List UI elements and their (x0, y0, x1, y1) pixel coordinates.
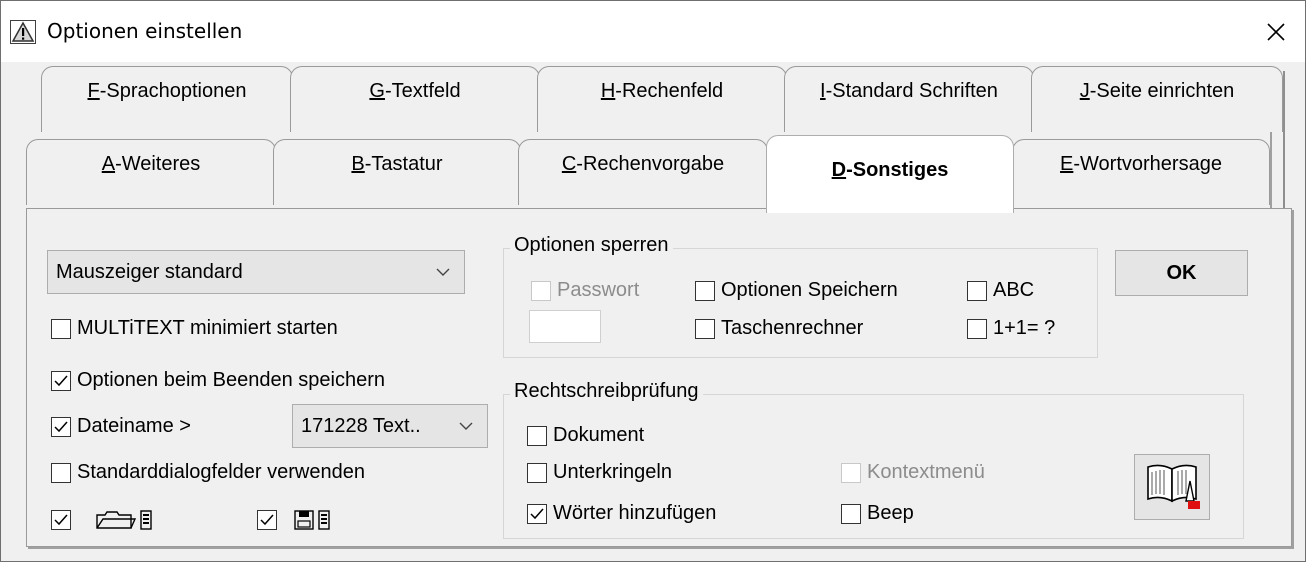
checkbox-box (695, 280, 715, 301)
lock-math-checkbox[interactable]: 1+1= ? (967, 317, 1055, 340)
mouse-pointer-value: Mauszeiger standard (56, 260, 243, 283)
checkbox-box (967, 318, 987, 339)
checkbox-label: ABC (993, 279, 1035, 301)
checkbox-label: Beep (867, 502, 914, 524)
checkbox-box (51, 416, 71, 437)
filename-checkbox[interactable]: Dateiname > (51, 415, 191, 438)
checkbox-label: Optionen Speichern (721, 279, 898, 301)
spell-beep-checkbox[interactable]: Beep (841, 502, 914, 525)
checkbox-box (967, 280, 987, 301)
checkbox-box (841, 503, 861, 524)
standard-dialogs-checkbox[interactable]: Standarddialogfelder verwenden (51, 461, 365, 484)
checkbox-box (51, 370, 71, 391)
checkmark-icon (530, 508, 544, 519)
options-window: Optionen einstellen F-Sprachoptionen G-T… (0, 0, 1306, 562)
group-title: Rechtschreibprüfung (510, 380, 703, 403)
checkbox-box (695, 318, 715, 339)
lock-calculator-checkbox[interactable]: Taschenrechner (695, 317, 863, 340)
filename-select[interactable]: 171228 Text.. (292, 404, 488, 448)
save-dialog-checkbox[interactable] (257, 510, 283, 530)
ok-button[interactable]: OK (1115, 250, 1248, 296)
checkmark-icon (260, 514, 274, 526)
checkbox-box (527, 503, 547, 524)
checkbox-label: Wörter hinzufügen (553, 502, 717, 524)
checkbox-label: Taschenrechner (721, 317, 864, 339)
checkmark-icon (54, 375, 68, 386)
checkbox-label: MULTiTEXT minimiert starten (77, 317, 338, 339)
lock-save-options-checkbox[interactable]: Optionen Speichern (695, 279, 898, 302)
checkmark-icon (54, 421, 68, 432)
checkbox-box (527, 425, 547, 446)
checkbox-box (51, 318, 71, 339)
checkbox-box (51, 510, 71, 530)
checkbox-box (841, 462, 861, 483)
dictionary-button[interactable] (1134, 454, 1210, 520)
spell-context-menu-checkbox[interactable]: Kontextmenü (841, 461, 985, 484)
checkbox-label: Kontextmenü (867, 461, 985, 483)
spell-document-checkbox[interactable]: Dokument (527, 424, 644, 447)
spell-add-words-checkbox[interactable]: Wörter hinzufügen (527, 502, 716, 525)
checkbox-box (531, 280, 551, 301)
folder-open-icon (96, 510, 152, 530)
checkbox-label: Dokument (553, 424, 645, 446)
checkbox-label: Standarddialogfelder verwenden (77, 461, 365, 483)
chevron-down-icon (436, 268, 450, 276)
dictionary-book-icon (1147, 464, 1200, 509)
save-disk-icon (294, 510, 330, 530)
checkbox-label: Passwort (557, 279, 640, 301)
lock-abc-checkbox[interactable]: ABC (967, 279, 1034, 302)
mouse-pointer-select[interactable]: Mauszeiger standard (47, 250, 465, 294)
checkmark-icon (54, 514, 68, 526)
ok-button-label: OK (1166, 261, 1197, 284)
filename-value: 171228 Text.. (301, 414, 421, 437)
spell-underline-checkbox[interactable]: Unterkringeln (527, 461, 672, 484)
chevron-down-icon (459, 422, 473, 430)
checkbox-label: 1+1= ? (993, 317, 1056, 339)
checkbox-box (51, 462, 71, 483)
panel-content: Mauszeiger standard MULTiTEXT minimiert … (1, 1, 1305, 561)
checkbox-label: Dateiname > (77, 415, 191, 437)
checkbox-label: Optionen beim Beenden speichern (77, 369, 385, 391)
password-input[interactable] (529, 310, 601, 343)
open-dialog-checkbox[interactable] (51, 510, 77, 530)
checkbox-box (527, 462, 547, 483)
multitext-minimized-checkbox[interactable]: MULTiTEXT minimiert starten (51, 317, 338, 340)
password-checkbox[interactable]: Passwort (531, 279, 639, 302)
save-on-exit-checkbox[interactable]: Optionen beim Beenden speichern (51, 369, 385, 392)
checkbox-box (257, 510, 277, 530)
checkbox-label: Unterkringeln (553, 461, 672, 483)
group-title: Optionen sperren (510, 234, 673, 257)
